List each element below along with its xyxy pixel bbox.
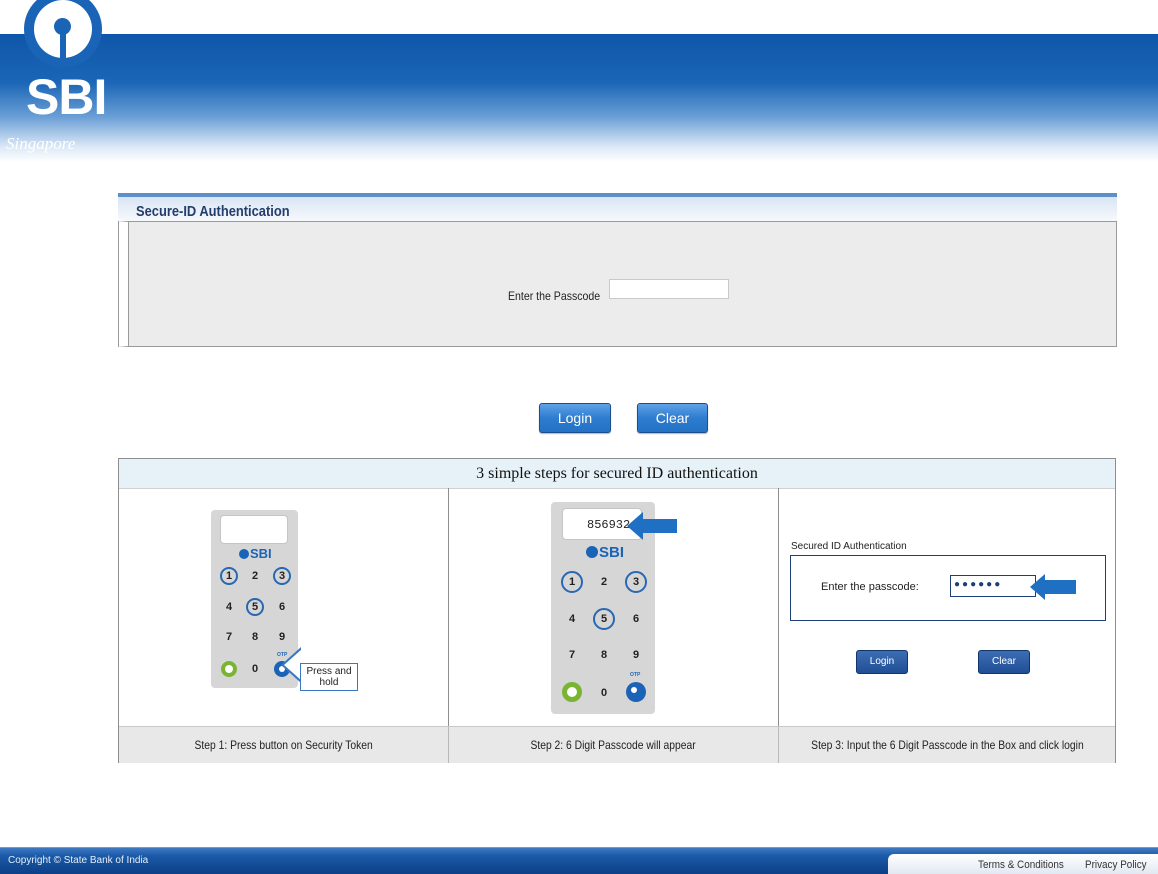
token-key-9: 9 (278, 631, 286, 643)
token-key-6: 6 (632, 613, 640, 625)
steps-captions: Step 1: Press button on Security Token S… (119, 726, 1115, 763)
terms-link[interactable]: Terms & Conditions (978, 859, 1064, 871)
press-and-hold-callout: Press and hold (300, 663, 358, 691)
token-key-5: 5 (246, 598, 264, 616)
logo-text: SBI (26, 69, 107, 125)
step3-caption: Step 3: Input the 6 Digit Passcode in th… (779, 727, 1115, 763)
token-brand: SBI (239, 546, 272, 561)
step2-illustration: 856932 SBI 1 2 3 4 5 6 7 8 9 0 OTP (449, 488, 779, 726)
token-brand-text: SBI (599, 544, 625, 561)
sbi-logo: SBI Singapore (0, 0, 118, 160)
mini-clear-button: Clear (978, 650, 1030, 674)
token-key-7: 7 (568, 649, 576, 661)
token-screen (220, 515, 288, 544)
token-key-8: 8 (251, 631, 259, 643)
power-button-icon (562, 682, 582, 702)
mini-auth-title: Secured ID Authentication (791, 541, 907, 552)
step1-illustration: SBI 1 2 3 4 5 6 7 8 9 0 OTP Press and ho… (119, 488, 449, 726)
mini-login-button: Login (856, 650, 908, 674)
panel-title: Secure-ID Authentication (136, 203, 290, 220)
token-key-1: 1 (561, 571, 583, 593)
token-key-4: 4 (225, 601, 233, 613)
clear-button[interactable]: Clear (637, 403, 708, 433)
power-button-icon (221, 661, 237, 677)
mini-passcode-label: Enter the passcode: (821, 581, 919, 593)
step2-caption: Step 2: 6 Digit Passcode will appear (449, 727, 779, 763)
token-key-3: 3 (625, 571, 647, 593)
page-footer: Copyright © State Bank of India Terms & … (0, 847, 1158, 874)
step1-caption: Step 1: Press button on Security Token (119, 727, 449, 763)
token-brand-text: SBI (250, 546, 272, 561)
otp-label: OTP (630, 672, 641, 678)
step3-caption-text: Step 3: Input the 6 Digit Passcode in th… (810, 738, 1084, 752)
footer-links: Terms & Conditions Privacy Policy (888, 854, 1158, 874)
token-key-0: 0 (600, 687, 608, 699)
token-key-4: 4 (568, 613, 576, 625)
header-banner (0, 34, 1158, 162)
pointer-arrow-icon (627, 512, 677, 540)
otp-button-icon (626, 682, 646, 702)
token-brand: SBI (586, 544, 624, 561)
page-header: SBI Singapore (0, 0, 1158, 162)
token-key-3: 3 (273, 567, 291, 585)
pointer-arrow-icon (1030, 574, 1076, 600)
token-key-0: 0 (251, 663, 259, 675)
token-key-5: 5 (593, 608, 615, 630)
steps-heading: 3 simple steps for secured ID authentica… (119, 459, 1115, 489)
token-key-9: 9 (632, 649, 640, 661)
logo-subtitle: Singapore (6, 134, 76, 153)
passcode-label: Enter the Passcode (508, 289, 601, 303)
token-key-7: 7 (225, 631, 233, 643)
secure-id-panel: Secure-ID Authentication (118, 193, 1117, 354)
privacy-link[interactable]: Privacy Policy (1085, 859, 1147, 871)
token-key-1: 1 (220, 567, 238, 585)
copyright-text: Copyright © State Bank of India (8, 855, 149, 866)
panel-header: Secure-ID Authentication (118, 193, 1117, 221)
passcode-input[interactable] (609, 279, 729, 299)
logo-keyhole-stem (60, 30, 66, 60)
login-button[interactable]: Login (539, 403, 611, 433)
steps-panel: 3 simple steps for secured ID authentica… (118, 458, 1116, 763)
token-key-2: 2 (600, 576, 608, 588)
mini-passcode-input: ●●●●●● (950, 575, 1036, 597)
token-logo-icon (239, 549, 249, 559)
token-key-2: 2 (251, 570, 259, 582)
step2-caption-text: Step 2: 6 Digit Passcode will appear (530, 738, 697, 752)
step3-illustration: Secured ID Authentication Enter the pass… (779, 488, 1115, 726)
step1-caption-text: Step 1: Press button on Security Token (194, 738, 373, 752)
token-key-8: 8 (600, 649, 608, 661)
token-logo-icon (586, 546, 598, 558)
token-key-6: 6 (278, 601, 286, 613)
